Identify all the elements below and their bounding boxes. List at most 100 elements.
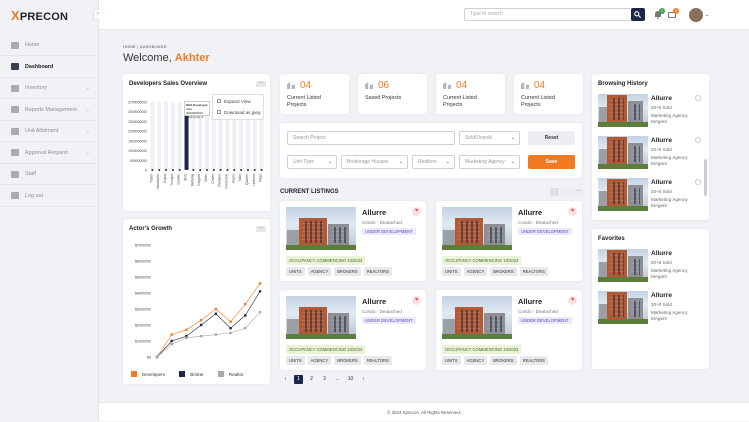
tag-agency[interactable]: AGENCY xyxy=(307,356,332,365)
sidebar-item-unit-allotment[interactable]: Unit Allotment ⌄ xyxy=(0,121,99,142)
page-button[interactable]: 10 xyxy=(346,375,355,384)
tag-brokers[interactable]: BROKERS xyxy=(334,267,361,276)
thumbnail-image[interactable] xyxy=(598,136,648,169)
top-bar xyxy=(99,0,749,30)
reset-button[interactable]: Reset xyxy=(528,131,575,145)
marketing-agency-select[interactable]: Marketing Agency ⌄ xyxy=(459,155,520,169)
y-tick-label: $1000000 xyxy=(135,340,151,344)
tag-units[interactable]: UNITS xyxy=(286,356,305,365)
brand-logo[interactable]: XPRECON xyxy=(11,8,68,23)
expand-view-option[interactable]: Expand View xyxy=(217,99,251,104)
more-options-button[interactable]: ··· xyxy=(574,188,583,196)
growth-chart: $7000000 $6000000 $5000000 $4000000 $3000000… xyxy=(135,244,262,360)
stat-card[interactable]: 06 Saved Projects xyxy=(358,74,427,114)
search-input[interactable]: Type to search xyxy=(464,8,632,21)
search-button[interactable] xyxy=(631,8,645,21)
page-button[interactable]: ... xyxy=(333,375,342,384)
tag-realtors[interactable]: REALTORS xyxy=(519,356,548,365)
stat-card[interactable]: 04 Current Listed Projects xyxy=(514,74,583,114)
tag-brokers[interactable]: BROKERS xyxy=(490,267,517,276)
more-options-button[interactable]: ··· xyxy=(256,81,266,87)
remove-icon[interactable] xyxy=(695,179,701,185)
breadcrumb: HOME | DASHBOARD xyxy=(123,44,167,49)
brokerage-houses-select[interactable]: Brokerage Houses ⌄ xyxy=(341,155,408,169)
tag-agency[interactable]: AGENCY xyxy=(463,356,488,365)
tag-units[interactable]: UNITS xyxy=(442,267,461,276)
sidebar-item-dashboard[interactable]: Dashboard xyxy=(0,57,99,78)
legend-item[interactable]: Developers xyxy=(131,371,165,377)
listing-name[interactable]: Allurre xyxy=(518,208,542,217)
sidebar-item-home[interactable]: Home xyxy=(0,35,99,56)
stat-card[interactable]: 04 Current Listed Projects xyxy=(280,74,349,114)
sidebar-item-approval-request[interactable]: Approval Request ⌄ xyxy=(0,143,99,164)
thumbnail-image[interactable] xyxy=(598,291,648,324)
page-button[interactable]: 2 xyxy=(307,375,316,384)
sales-overview-card: Developers Sales Overview ··· 3700000000… xyxy=(123,74,270,211)
prev-page-button[interactable]: ‹ xyxy=(281,375,290,384)
avatar[interactable] xyxy=(689,8,703,22)
heart-icon[interactable]: ♥ xyxy=(568,207,577,216)
remove-icon[interactable] xyxy=(695,95,701,101)
stat-value: 06 xyxy=(378,80,390,91)
sidebar-item-reports-management[interactable]: Reports Management ⌄ xyxy=(0,100,99,121)
chevron-down-icon[interactable]: ⌄ xyxy=(705,12,709,18)
listing-image[interactable] xyxy=(286,207,356,250)
grid-view-icon[interactable] xyxy=(562,188,571,196)
bar-track xyxy=(150,102,155,170)
heart-icon[interactable]: ♥ xyxy=(412,296,421,305)
listing-name[interactable]: Allurre xyxy=(362,208,386,217)
thumbnail-image[interactable] xyxy=(598,94,648,127)
next-page-button[interactable]: › xyxy=(359,375,368,384)
listing-card[interactable]: Allurre Condo - Deatached UNDER DEVELOPMEN… xyxy=(436,201,582,281)
footer: © 2024 Xprecon. All Rights Reserved. xyxy=(99,402,749,421)
legend-item[interactable]: Realtor xyxy=(217,371,244,377)
building-icon xyxy=(521,82,529,89)
realtors-select[interactable]: Realtors ⌄ xyxy=(412,155,455,169)
download-jpeg-option[interactable]: Download as jpeg xyxy=(217,110,261,115)
listing-image[interactable] xyxy=(442,296,512,339)
sidebar-item-inventory[interactable]: Inventory ⌄ xyxy=(0,78,99,99)
tag-realtors[interactable]: REALTORS xyxy=(363,356,392,365)
x-tick-label: Phantom xyxy=(218,174,222,187)
legend-item[interactable]: Broker xyxy=(179,371,204,377)
listing-name[interactable]: Allurre xyxy=(362,297,386,306)
unit-type-select[interactable]: Unit Type ⌄ xyxy=(287,155,337,169)
sidebar-item-log-out[interactable]: Log out xyxy=(0,186,99,207)
page-button[interactable]: 3 xyxy=(320,375,329,384)
item-name[interactable]: Allurre xyxy=(651,137,672,144)
tag-agency[interactable]: AGENCY xyxy=(307,267,332,276)
item-name[interactable]: Allurre xyxy=(651,250,672,257)
sidebar-item-staff[interactable]: Staff xyxy=(0,164,99,185)
tag-units[interactable]: UNITS xyxy=(442,356,461,365)
item-name[interactable]: Allurre xyxy=(651,179,672,186)
tag-realtors[interactable]: REALTORS xyxy=(363,267,392,276)
tag-brokers[interactable]: BROKERS xyxy=(490,356,517,365)
legend-swatch xyxy=(217,371,224,377)
listing-card[interactable]: Allurre Condo - Deatached UNDER DEVELOPMEN… xyxy=(280,290,426,370)
item-name[interactable]: Allurre xyxy=(651,95,672,102)
tag-agency[interactable]: AGENCY xyxy=(463,267,488,276)
tag-units[interactable]: UNITS xyxy=(286,267,305,276)
list-view-icon[interactable] xyxy=(550,188,559,196)
heart-icon[interactable]: ♥ xyxy=(568,296,577,305)
search-project-input[interactable]: Search Project xyxy=(287,131,455,145)
heart-icon[interactable]: ♥ xyxy=(412,207,421,216)
thumbnail-image[interactable] xyxy=(598,249,648,282)
more-options-button[interactable]: ··· xyxy=(256,226,266,232)
item-name[interactable]: Allurre xyxy=(651,292,672,299)
page-button[interactable]: 1 xyxy=(294,375,303,384)
listing-card[interactable]: Allurre Condo - Deatached UNDER DEVELOPMEN… xyxy=(280,201,426,281)
remove-icon[interactable] xyxy=(695,137,701,143)
listing-name[interactable]: Allurre xyxy=(518,297,542,306)
listing-image[interactable] xyxy=(286,296,356,339)
scrollbar[interactable] xyxy=(704,159,707,196)
thumbnail-image[interactable] xyxy=(598,178,648,211)
tag-brokers[interactable]: BROKERS xyxy=(334,356,361,365)
sold-unsold-select[interactable]: Sold/Unsold ⌄ xyxy=(459,131,520,145)
data-point xyxy=(185,328,188,331)
listing-card[interactable]: Allurre Condo - Deatached UNDER DEVELOPMEN… xyxy=(436,290,582,370)
tag-realtors[interactable]: REALTORS xyxy=(519,267,548,276)
listing-image[interactable] xyxy=(442,207,512,250)
save-button[interactable]: Save xyxy=(528,155,575,169)
stat-card[interactable]: 04 Current Listed Projects xyxy=(436,74,505,114)
